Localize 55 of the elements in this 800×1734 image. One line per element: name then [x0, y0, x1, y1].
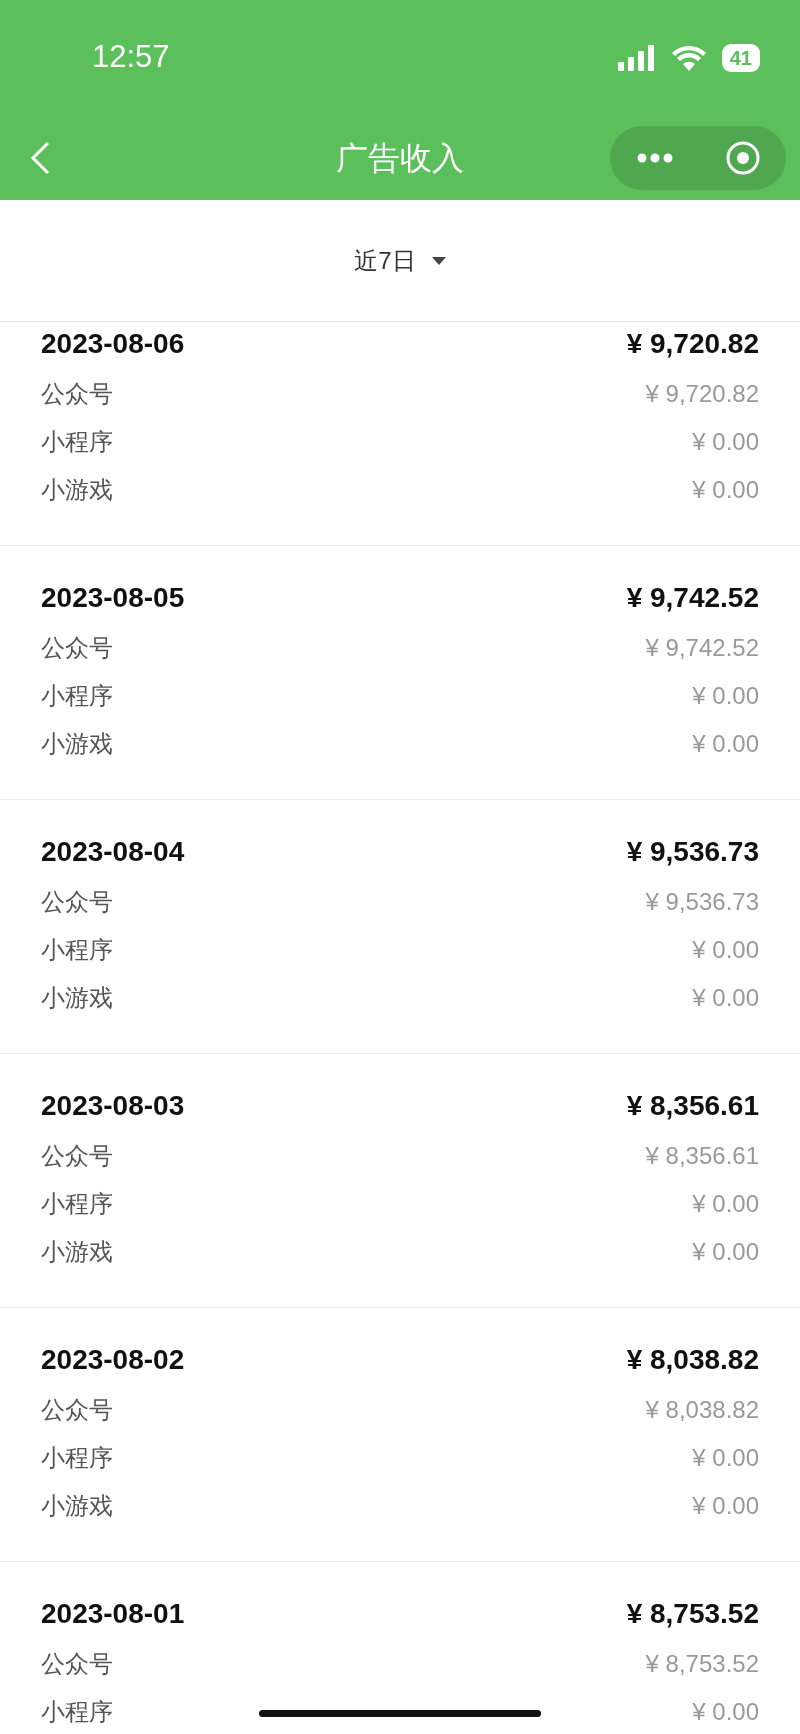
date-label: 2023-08-02: [41, 1343, 185, 1377]
source-label: 小游戏: [41, 1491, 113, 1521]
source-amount: ¥ 0.00: [692, 729, 759, 759]
wifi-icon: [671, 44, 706, 71]
date-label: 2023-08-06: [41, 327, 185, 361]
date-range-dropdown[interactable]: 近7日: [354, 242, 446, 279]
source-label: 小程序: [41, 935, 113, 965]
source-amount: ¥ 0.00: [692, 1189, 759, 1219]
source-amount: ¥ 0.00: [692, 427, 759, 457]
daily-total: ¥ 9,742.52: [626, 581, 759, 615]
source-amount: ¥ 0.00: [692, 1237, 759, 1267]
source-label: 小程序: [41, 427, 113, 457]
source-label: 公众号: [41, 633, 113, 663]
source-amount: ¥ 0.00: [692, 935, 759, 965]
source-label: 公众号: [41, 1649, 113, 1679]
source-amount: ¥ 8,356.61: [645, 1141, 759, 1171]
source-label: 小程序: [41, 1189, 113, 1219]
source-label: 公众号: [41, 1141, 113, 1171]
source-amount: ¥ 9,536.73: [645, 887, 759, 917]
date-label: 2023-08-04: [41, 835, 185, 869]
source-label: 公众号: [41, 379, 113, 409]
daily-total: ¥ 9,720.82: [626, 327, 759, 361]
page-title: 广告收入: [336, 138, 464, 178]
source-label: 公众号: [41, 887, 113, 917]
source-amount: ¥ 9,742.52: [645, 633, 759, 663]
source-amount: ¥ 9,720.82: [645, 379, 759, 409]
source-amount: ¥ 0.00: [692, 983, 759, 1013]
daily-total: ¥ 8,356.61: [626, 1089, 759, 1123]
battery-icon: 41: [721, 43, 760, 72]
signal-icon: [617, 44, 656, 71]
source-amount: ¥ 8,753.52: [645, 1649, 759, 1679]
source-label: 小程序: [41, 1697, 113, 1727]
source-label: 小游戏: [41, 983, 113, 1013]
daily-total: ¥ 9,536.73: [626, 835, 759, 869]
source-amount: ¥ 8,038.82: [645, 1395, 759, 1425]
source-amount: ¥ 0.00: [692, 1697, 759, 1727]
caret-icon: [431, 256, 446, 265]
date-label: 2023-08-03: [41, 1089, 185, 1123]
more-icon[interactable]: [636, 152, 673, 163]
source-label: 小游戏: [41, 475, 113, 505]
source-amount: ¥ 0.00: [692, 681, 759, 711]
date-label: 2023-08-01: [41, 1597, 185, 1631]
source-amount: ¥ 0.00: [692, 1491, 759, 1521]
source-amount: ¥ 0.00: [692, 475, 759, 505]
daily-total: ¥ 8,038.82: [626, 1343, 759, 1377]
daily-total: ¥ 8,753.52: [626, 1597, 759, 1631]
date-label: 2023-08-05: [41, 581, 185, 615]
source-amount: ¥ 0.00: [692, 1443, 759, 1473]
clock: 12:57: [92, 38, 170, 77]
source-label: 小程序: [41, 681, 113, 711]
back-icon[interactable]: [30, 140, 50, 175]
source-label: 小游戏: [41, 729, 113, 759]
source-label: 公众号: [41, 1395, 113, 1425]
source-label: 小游戏: [41, 1237, 113, 1267]
source-label: 小程序: [41, 1443, 113, 1473]
